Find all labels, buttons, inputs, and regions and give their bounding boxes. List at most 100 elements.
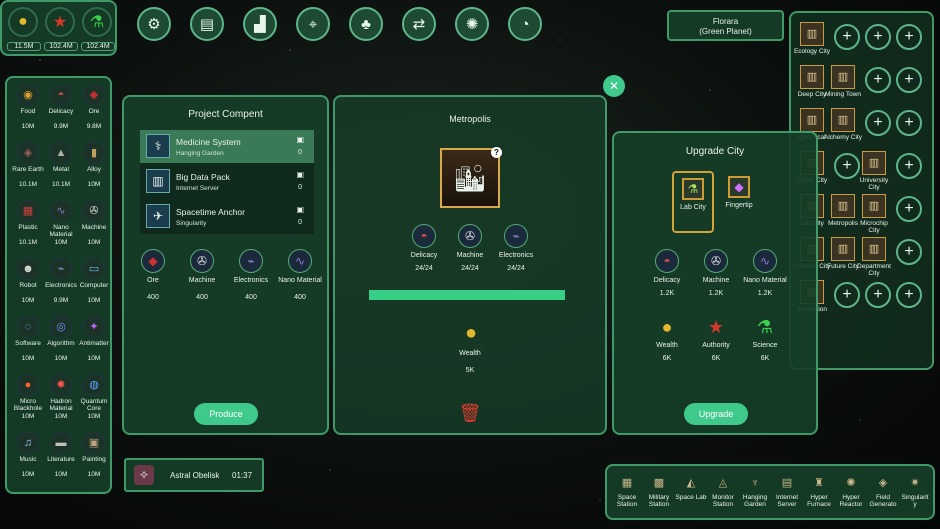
city-slot[interactable]: ▥ Microchip City: [854, 194, 894, 234]
material-icon: ▦: [17, 200, 39, 222]
building-icon: ♜: [814, 476, 824, 489]
building-item[interactable]: ◭ Space Lab: [675, 474, 707, 501]
project-list-item[interactable]: ⚕ Medicine System Hanging Garden ▣ 0: [140, 130, 314, 163]
material-value: 10M: [87, 355, 101, 362]
requirement-icon: ∿: [288, 249, 312, 273]
building-item[interactable]: ♜ Hyper Furnace: [803, 474, 835, 508]
building-item[interactable]: ◬ Monitor Station: [707, 474, 739, 508]
city-label: Microchip City: [860, 220, 888, 234]
material-name: Machine: [81, 224, 107, 231]
add-slot-button[interactable]: +: [896, 282, 922, 308]
trash-icon[interactable]: 🗑: [459, 402, 482, 424]
material-value: 10M: [21, 471, 35, 478]
requirement-icon: ✇: [190, 249, 214, 273]
add-slot-button[interactable]: +: [896, 239, 922, 265]
city-label: Mining Town: [824, 91, 861, 98]
material-item: ▭ Computer 10M: [77, 258, 111, 304]
building-item[interactable]: ♆ Hanging Garden: [739, 474, 771, 508]
cost-name: Machine: [702, 277, 730, 284]
project-list-item[interactable]: ▥ Big Data Pack Internet Server ▣ 0: [140, 165, 314, 198]
requirement-value: 400: [294, 294, 306, 301]
cost-value: 1.2K: [757, 290, 773, 297]
add-slot-button[interactable]: +: [896, 24, 922, 50]
galaxy-button[interactable]: ✺: [455, 7, 489, 41]
material-name: Software: [15, 340, 41, 347]
material-item: ◎ Algorithm 10M: [44, 316, 78, 362]
city-icon: ▥: [862, 237, 886, 261]
city-slot[interactable]: ▥ Alchemy City: [823, 108, 863, 141]
cost-icon: ●: [661, 316, 673, 337]
timer-label: Astral Obelisk: [170, 471, 220, 480]
add-slot-button[interactable]: +: [865, 282, 891, 308]
material-name: Literature: [47, 456, 75, 463]
city-slot[interactable]: ▥ Department City: [854, 237, 894, 277]
pie-chart-button[interactable]: ◔: [508, 7, 542, 41]
building-item[interactable]: ◈ Field Generato: [867, 474, 899, 508]
city-slot[interactable]: ▥ University City: [854, 151, 894, 191]
building-item[interactable]: ▤ Internet Server: [771, 474, 803, 508]
requirement-name: Ore: [147, 277, 159, 284]
city-label: University City: [859, 177, 889, 191]
cost-icon: ⚗: [756, 316, 774, 337]
add-slot-button[interactable]: +: [896, 153, 922, 179]
material-icon: ◍: [83, 374, 105, 396]
material-icon: ♫: [17, 432, 39, 454]
timer-countdown: 01:37: [232, 471, 253, 480]
material-value: 10.1M: [18, 239, 38, 246]
satellite-button[interactable]: ⌖: [296, 7, 330, 41]
building-name: Space Station: [616, 494, 638, 508]
building-item[interactable]: ✺ Hyper Reactor: [835, 474, 867, 508]
add-slot-button[interactable]: +: [834, 24, 860, 50]
project-list-item[interactable]: ✈ Spacetime Anchor Singularity ▣ 0: [140, 200, 314, 233]
project-thumbnail: ✈: [146, 204, 170, 228]
settings-button[interactable]: ⚙: [137, 7, 171, 41]
add-slot-button[interactable]: +: [865, 67, 891, 93]
add-slot-button[interactable]: +: [896, 110, 922, 136]
building-item[interactable]: ▦ Space Station: [611, 474, 643, 508]
city-icon: ▥: [831, 194, 855, 218]
city-slot[interactable]: ▥ Mining Town: [823, 65, 863, 98]
project-component-panel: Project Compent ⚕ Medicine System Hanging …: [122, 95, 329, 435]
add-slot-button[interactable]: +: [834, 282, 860, 308]
resource-value: 11.5M: [7, 42, 41, 51]
add-slot-button[interactable]: +: [865, 24, 891, 50]
requirement-item: ∿ Nano Material 400: [277, 249, 323, 301]
city-slot[interactable]: ▥ Ecology City: [792, 22, 832, 55]
exchange-button[interactable]: ⇄: [402, 7, 436, 41]
material-icon: ◎: [50, 316, 72, 338]
planet-name: Florara: [712, 17, 739, 26]
upgrade-option[interactable]: ◆ Fingertip: [718, 171, 760, 233]
material-name: Micro Blackhole: [13, 398, 43, 412]
building-item[interactable]: ✷ Singularit y: [899, 474, 931, 508]
output-name: Wealth: [459, 350, 481, 357]
material-name: Plastic: [18, 224, 38, 231]
material-item: ● Micro Blackhole 10M: [11, 374, 45, 420]
material-value: 10M: [87, 181, 101, 188]
city-icon: ▥: [831, 237, 855, 261]
add-slot-button[interactable]: +: [865, 110, 891, 136]
material-name: Painting: [82, 456, 106, 463]
produce-button[interactable]: Produce: [194, 403, 258, 425]
project-thumbnail: ▥: [146, 169, 170, 193]
project-count: 0: [298, 184, 302, 191]
upgrade-button[interactable]: Upgrade: [684, 403, 748, 425]
resource-value: 102.4M: [44, 42, 78, 51]
help-icon[interactable]: ?: [491, 147, 502, 158]
material-item: ☻ Robot 10M: [11, 258, 45, 304]
project-source: Internet Server: [176, 185, 219, 192]
add-slot-button[interactable]: +: [896, 67, 922, 93]
requirement-value: 400: [147, 294, 159, 301]
add-slot-button[interactable]: +: [896, 196, 922, 222]
tree-button[interactable]: ♣: [349, 7, 383, 41]
material-value: 9.8M: [86, 123, 102, 130]
upgrade-panel-title: Upgrade City: [685, 146, 745, 157]
output-value: 5K: [465, 367, 475, 374]
statistics-button[interactable]: ▟: [243, 7, 277, 41]
building-item[interactable]: ▩ Military Station: [643, 474, 675, 508]
material-value: 10M: [21, 355, 35, 362]
close-icon[interactable]: ✕: [603, 75, 625, 97]
upgrade-option[interactable]: ⚗ Lab City: [672, 171, 714, 233]
material-icon: ▭: [83, 258, 105, 280]
material-value: 10M: [54, 239, 68, 246]
codex-button[interactable]: ▤: [190, 7, 224, 41]
